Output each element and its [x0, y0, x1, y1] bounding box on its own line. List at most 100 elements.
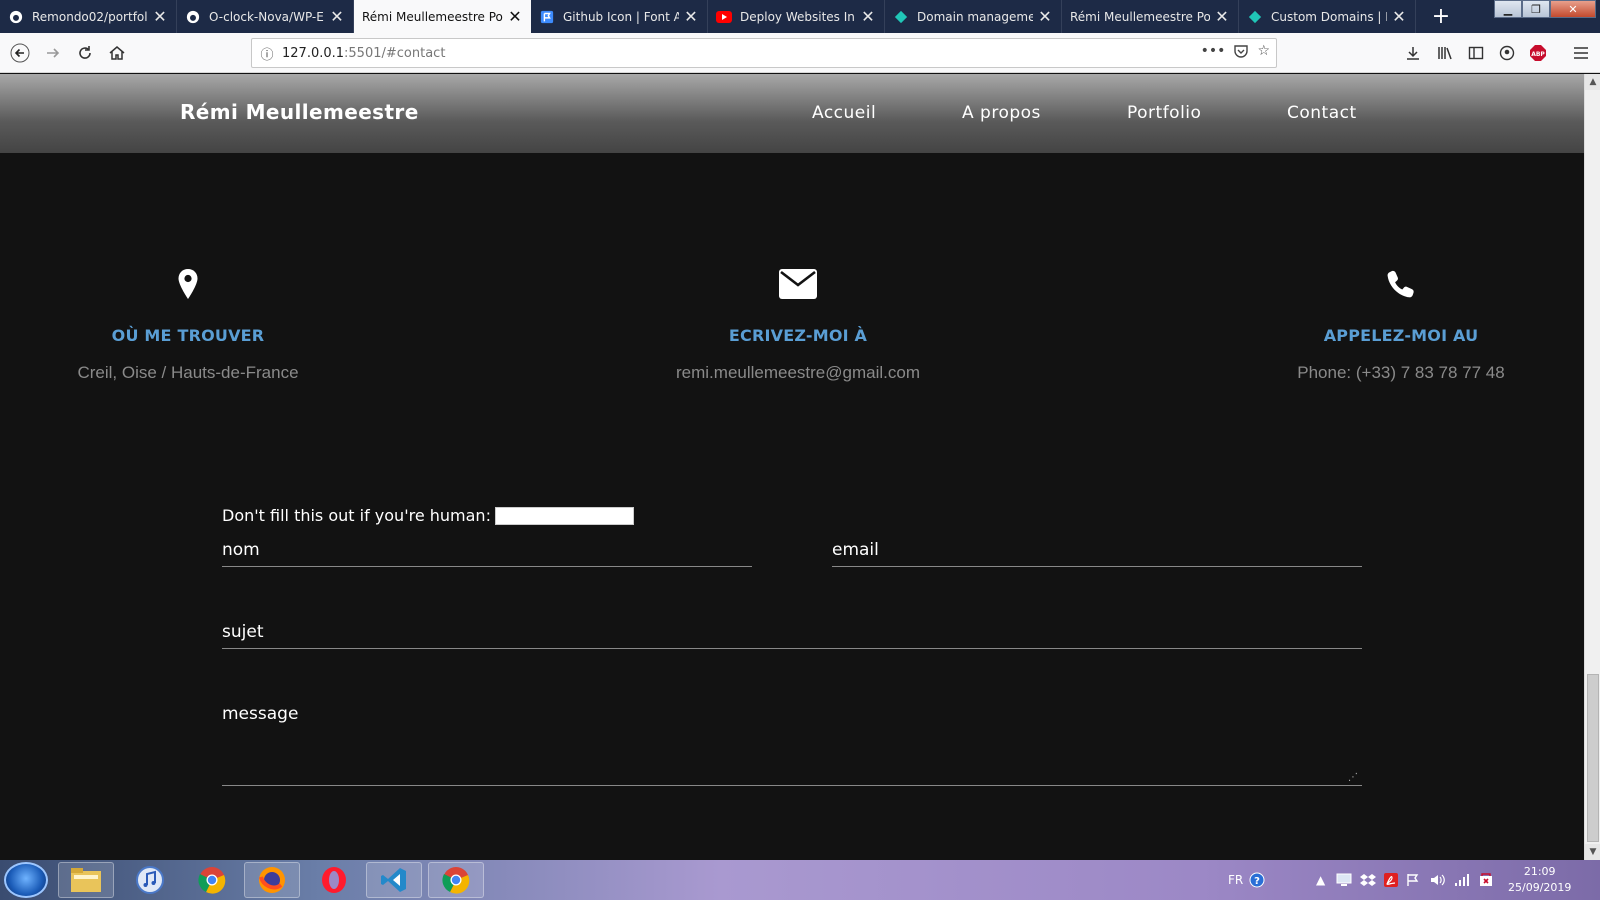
show-hidden-icons[interactable]: ▲	[1316, 860, 1325, 900]
scroll-up-icon[interactable]: ▲	[1585, 74, 1600, 90]
clock-date: 25/09/2019	[1508, 881, 1572, 894]
message-textarea[interactable]: message ⋰	[222, 704, 1362, 786]
library-icon[interactable]	[1430, 37, 1460, 69]
vscode-icon[interactable]	[366, 862, 422, 898]
opera-icon[interactable]	[306, 862, 362, 898]
new-tab-button[interactable]: +	[1424, 0, 1458, 33]
contact-phone: APPELEZ-MOI AU Phone: (+33) 7 83 78 77 4…	[1201, 264, 1584, 383]
browser-tab[interactable]: Rémi Meullemeestre Portf ✕	[1062, 0, 1239, 33]
map-pin-icon	[0, 264, 388, 304]
pocket-icon[interactable]	[1233, 43, 1249, 63]
scroll-down-icon[interactable]: ▼	[1585, 844, 1600, 860]
tab-title: Rémi Meullemeestre Portf	[362, 9, 503, 24]
back-arrow-icon	[10, 43, 30, 63]
volume-icon[interactable]	[1430, 860, 1446, 900]
nav-link-contact[interactable]: Contact	[1287, 103, 1357, 123]
action-center-icon[interactable]	[1336, 860, 1352, 900]
language-indicator[interactable]: FR	[1228, 860, 1243, 900]
subject-placeholder: sujet	[222, 622, 264, 642]
tab-title: Rémi Meullemeestre Portf	[1070, 9, 1210, 24]
tab-close-icon[interactable]: ✕	[152, 7, 168, 26]
reload-icon	[79, 46, 91, 59]
tab-close-icon[interactable]: ✕	[683, 7, 699, 26]
tab-title: Domain management	[917, 9, 1033, 24]
email-text[interactable]: remi.meullemeestre@gmail.com	[598, 363, 998, 383]
contact-location: OÙ ME TROUVER Creil, Oise / Hauts-de-Fra…	[0, 264, 388, 383]
network-icon[interactable]	[1454, 860, 1470, 900]
nav-link-portfolio[interactable]: Portfolio	[1127, 103, 1201, 123]
home-icon	[109, 46, 125, 60]
netlify-icon	[893, 9, 909, 25]
envelope-icon	[598, 264, 998, 304]
back-button[interactable]	[4, 37, 36, 69]
close-window-button[interactable]: ✕	[1550, 0, 1596, 18]
browser-tab[interactable]: Deploy Websites In Se ✕	[708, 0, 885, 33]
bookmark-star-icon[interactable]: ☆	[1257, 43, 1270, 63]
tab-close-icon[interactable]: ✕	[329, 7, 345, 26]
github-icon	[185, 9, 201, 25]
firefox-icon[interactable]	[244, 862, 300, 898]
browser-tab[interactable]: Domain management ✕	[885, 0, 1062, 33]
nav-link-accueil[interactable]: Accueil	[812, 103, 876, 123]
restore-button[interactable]: ❐	[1522, 0, 1550, 18]
adblock-plus-icon[interactable]: ABP	[1523, 37, 1553, 69]
file-explorer-icon[interactable]	[58, 862, 114, 898]
browser-tab[interactable]: Remondo02/portfolio ✕	[0, 0, 177, 33]
phone-text[interactable]: Phone: (+33) 7 83 78 77 48	[1201, 363, 1584, 383]
acrobat-icon[interactable]	[1383, 860, 1399, 900]
itunes-icon[interactable]	[122, 862, 178, 898]
forward-arrow-icon	[47, 48, 60, 58]
dropbox-icon[interactable]	[1360, 860, 1376, 900]
browser-tab-active[interactable]: Rémi Meullemeestre Portf ✕	[354, 0, 531, 33]
browser-tab[interactable]: Custom Domains | Ne ✕	[1239, 0, 1416, 33]
chrome-icon[interactable]	[184, 862, 240, 898]
home-button[interactable]	[101, 37, 133, 69]
tab-title: Remondo02/portfolio	[32, 9, 148, 24]
nav-link-a-propos[interactable]: A propos	[962, 103, 1041, 123]
tab-close-icon[interactable]: ✕	[507, 7, 523, 26]
tab-close-icon[interactable]: ✕	[1391, 7, 1407, 26]
flag-icon[interactable]	[1406, 860, 1420, 900]
tab-close-icon[interactable]: ✕	[860, 7, 876, 26]
start-button[interactable]	[4, 862, 48, 898]
windows-taskbar: FR ? ▲ 21:09 25/09/2019	[0, 860, 1600, 900]
page-actions-icon[interactable]: •••	[1201, 43, 1226, 63]
forward-button[interactable]	[37, 37, 69, 69]
svg-text:ABP: ABP	[1531, 51, 1545, 58]
tab-title: Custom Domains | Ne	[1271, 9, 1387, 24]
tab-close-icon[interactable]: ✕	[1214, 7, 1230, 26]
scrollbar-thumb[interactable]	[1587, 674, 1599, 842]
reload-button[interactable]	[69, 37, 101, 69]
sidebar-icon[interactable]	[1461, 37, 1491, 69]
name-placeholder: nom	[222, 540, 260, 560]
honeypot-input[interactable]	[494, 506, 634, 525]
subject-input[interactable]: sujet	[222, 622, 1362, 649]
clock-time: 21:09	[1523, 865, 1556, 878]
downloads-icon[interactable]	[1398, 37, 1428, 69]
github-icon	[8, 9, 24, 25]
location-title: OÙ ME TROUVER	[111, 326, 265, 345]
security-icon[interactable]	[1478, 860, 1494, 900]
taskbar-clock[interactable]: 21:09 25/09/2019	[1508, 864, 1571, 896]
tab-title: Github Icon | Font Aw	[563, 9, 679, 24]
menu-hamburger-icon[interactable]	[1566, 37, 1596, 69]
page-scrollbar[interactable]: ▲ ▼	[1584, 74, 1600, 860]
email-placeholder: email	[832, 540, 879, 560]
help-icon[interactable]: ?	[1249, 860, 1265, 900]
email-input[interactable]: email	[832, 540, 1362, 567]
url-bar[interactable]: ⓘ 127.0.0.1:5501/#contact ••• ☆	[251, 38, 1277, 68]
tab-close-icon[interactable]: ✕	[1037, 7, 1053, 26]
name-input[interactable]: nom	[222, 540, 752, 567]
minimize-button[interactable]: ▁	[1494, 0, 1522, 18]
language-label: FR	[1228, 873, 1244, 887]
site-brand[interactable]: Rémi Meullemeestre	[180, 100, 419, 124]
resize-handle-icon[interactable]: ⋰	[1348, 773, 1358, 783]
netlify-icon	[1247, 9, 1263, 25]
contact-email: ECRIVEZ-MOI À remi.meullemeestre@gmail.c…	[598, 264, 998, 383]
account-icon[interactable]	[1492, 37, 1522, 69]
browser-tab[interactable]: O-clock-Nova/WP-E1 ✕	[177, 0, 354, 33]
browser-tab-strip: Remondo02/portfolio ✕ O-clock-Nova/WP-E1…	[0, 0, 1600, 33]
chrome-window-icon[interactable]	[428, 862, 484, 898]
browser-tab[interactable]: Github Icon | Font Aw ✕	[531, 0, 708, 33]
info-icon[interactable]: ⓘ	[252, 44, 282, 63]
